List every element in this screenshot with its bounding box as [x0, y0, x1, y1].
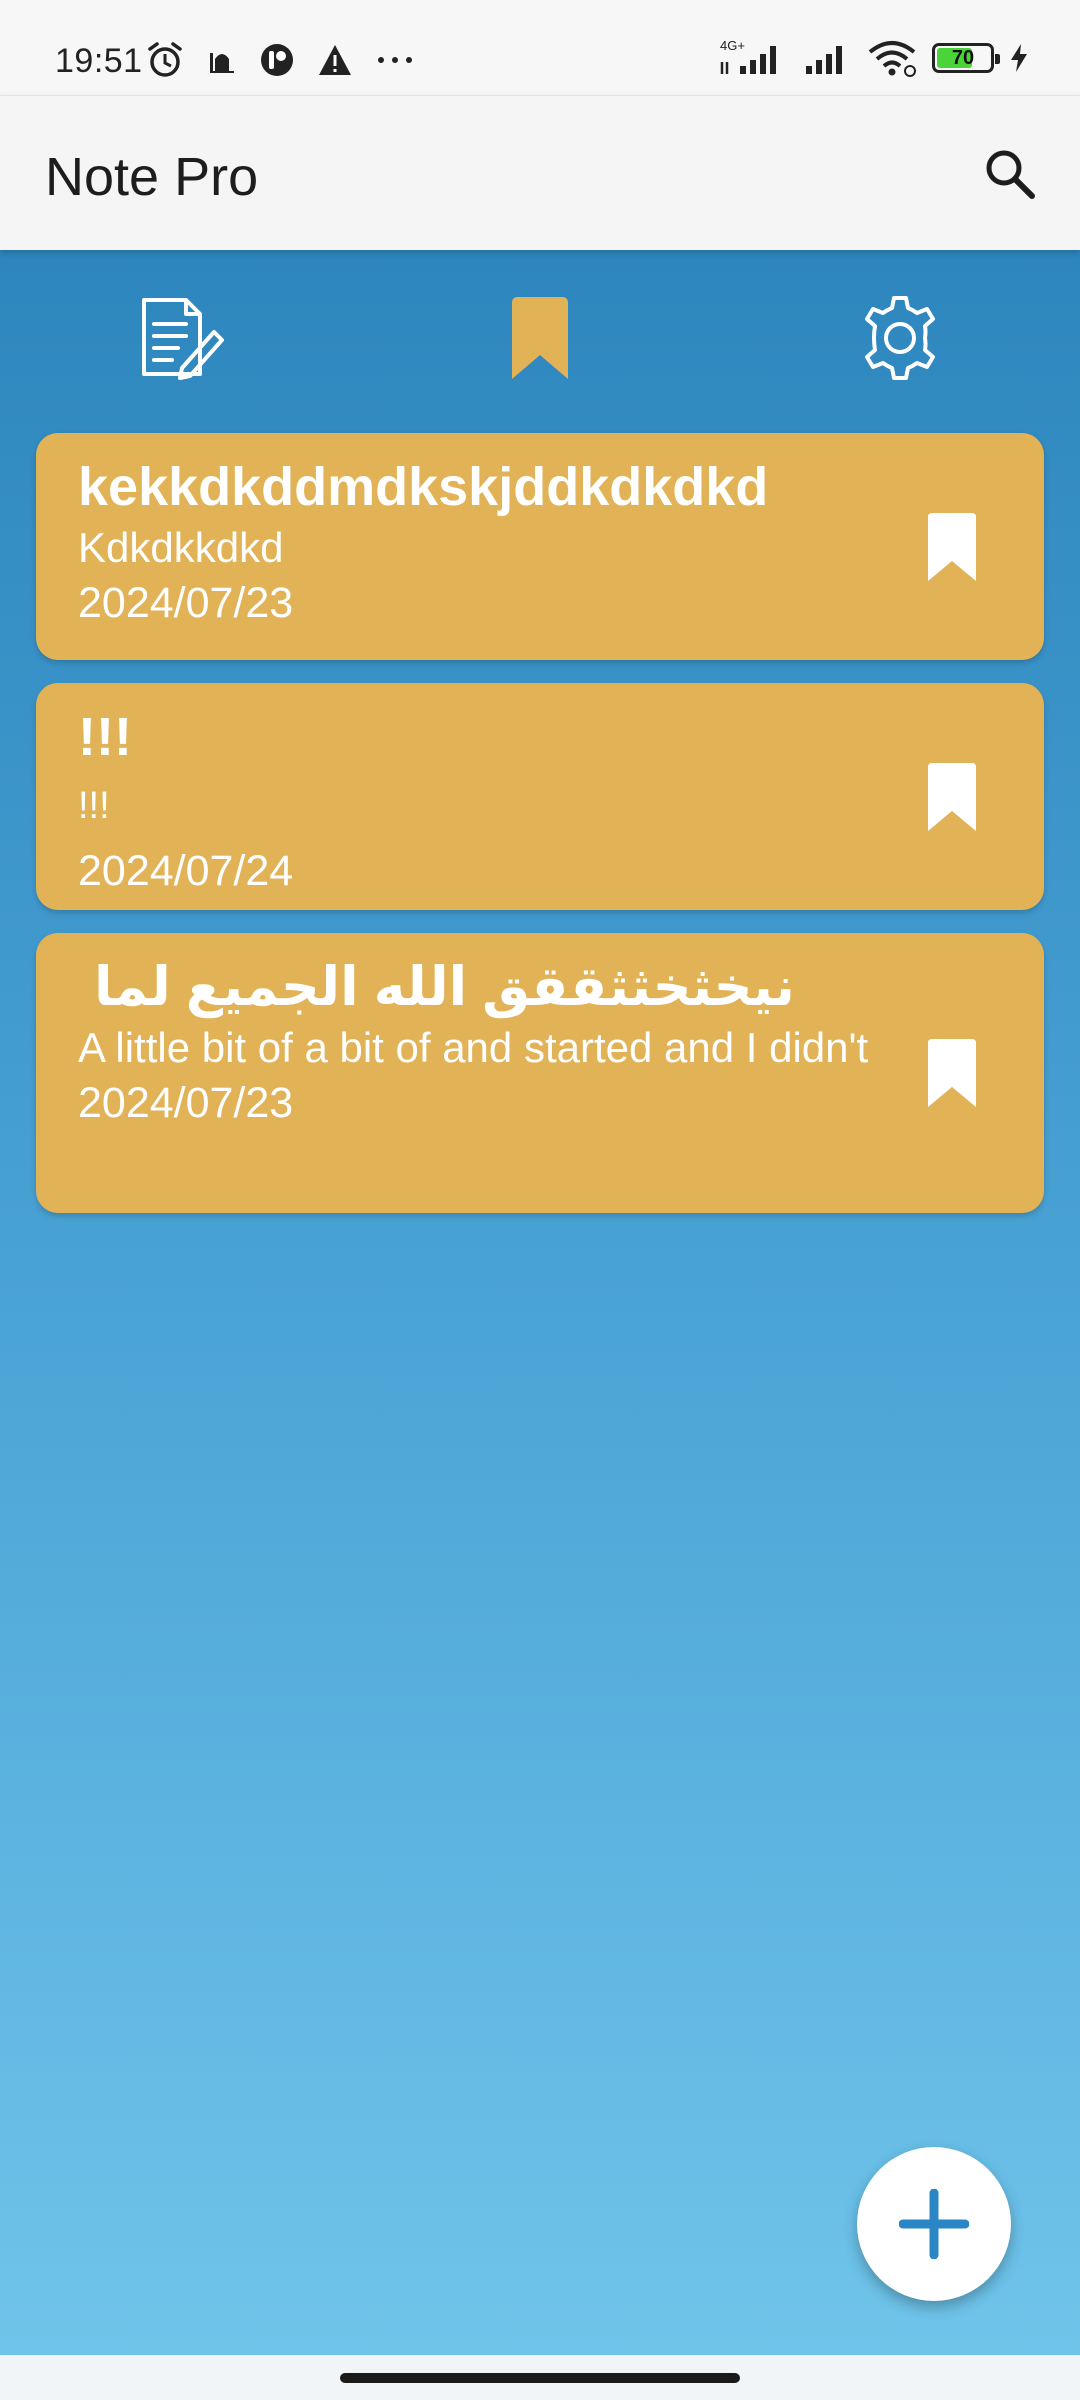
note-card[interactable]: kekkdkddmdkskjddkdkdkd Kdkdkkdkd 2024/07…: [36, 433, 1044, 660]
note-date: 2024/07/23: [78, 579, 294, 627]
note-date: 2024/07/24: [78, 847, 294, 895]
note-body: !!!: [78, 785, 110, 827]
bookmark-icon: [928, 1039, 976, 1107]
note-title: kekkdkddmdkskjddkdkdkd: [78, 457, 769, 517]
note-body: Kdkdkkdkd: [78, 524, 284, 571]
signal-icon: [806, 46, 842, 74]
network-label: 4G+: [720, 38, 745, 53]
app-bar: Note Pro: [0, 95, 1080, 250]
bookmark-icon: [512, 297, 568, 379]
notes-list: kekkdkddmdkskjddkdkdkd Kdkdkkdkd 2024/07…: [36, 433, 1044, 1236]
note-edit-icon: [142, 298, 224, 380]
gear-icon: [865, 296, 935, 380]
note-bookmark-button[interactable]: [922, 510, 982, 584]
note-card[interactable]: !!! !!! 2024/07/24: [36, 683, 1044, 910]
tab-settings[interactable]: [850, 288, 950, 388]
alarm-icon: [148, 42, 182, 77]
note-title: !!!: [78, 707, 132, 767]
add-note-button[interactable]: [857, 2147, 1011, 2301]
status-bar: 19:51 4G+ 70: [0, 0, 1080, 95]
plus-icon: [899, 2189, 969, 2259]
note-date: 2024/07/23: [78, 1079, 294, 1127]
main-content: kekkdkddmdkskjddkdkdkd Kdkdkkdkd 2024/07…: [0, 250, 1080, 2355]
note-body: A little bit of a bit of and started and…: [78, 1024, 869, 1071]
system-nav-bar: [0, 2355, 1080, 2400]
bookmark-icon: [928, 762, 976, 831]
status-icons-right: 4G+ 70: [718, 38, 1030, 78]
status-icons-left: [145, 40, 415, 80]
bookmark-icon: [928, 512, 976, 581]
wifi-icon: [868, 41, 916, 77]
note-bookmark-button[interactable]: [922, 1036, 982, 1110]
note-bookmark-button[interactable]: [922, 760, 982, 834]
page-title: Note Pro: [45, 147, 259, 207]
more-dots-icon: [378, 57, 412, 63]
warning-icon: [319, 45, 351, 75]
battery-percent: 70: [951, 47, 975, 69]
search-icon: [986, 150, 1035, 199]
home-indicator[interactable]: [340, 2373, 740, 2383]
tab-notes[interactable]: [130, 288, 230, 388]
note-title: نيخثخثثققق الله الجميع لما: [94, 957, 795, 1017]
status-time: 19:51: [55, 42, 143, 80]
tab-bar: [0, 250, 1080, 425]
app-icon: [261, 44, 293, 76]
battery-tip: [995, 54, 1000, 64]
note-card[interactable]: نيخثخثثققق الله الجميع لما A little bit …: [36, 933, 1044, 1213]
battery-icon: 70: [932, 43, 1000, 73]
mosque-icon: [210, 53, 234, 73]
search-button[interactable]: [978, 142, 1042, 206]
charging-icon: [1011, 44, 1027, 72]
tab-bookmarks[interactable]: [490, 288, 590, 388]
signal-4g-icon: 4G+: [720, 38, 776, 74]
